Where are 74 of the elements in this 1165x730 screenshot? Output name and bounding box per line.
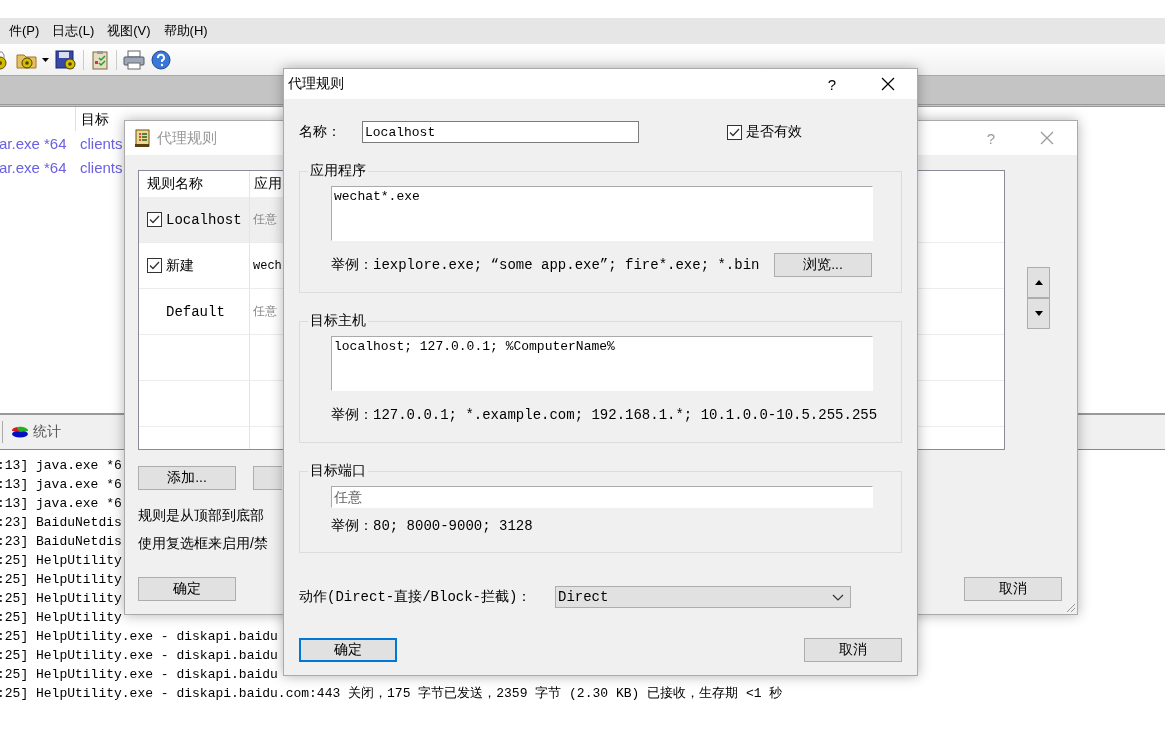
log-entry: :13] java.exe *6: [0, 495, 122, 513]
table-cell-text: 任意: [252, 211, 278, 228]
log-entry: :23] BaiduNetdis: [0, 514, 122, 532]
cancel-button[interactable]: 取消: [804, 638, 902, 662]
log-entry: :25] HelpUtility.exe - diskapi.baidu: [0, 628, 278, 646]
example-text: 举例：80; 8000-9000; 3128: [331, 517, 533, 535]
note-text: 使用复选框来启用/禁: [138, 535, 269, 553]
ok-button[interactable]: 确定: [138, 577, 236, 601]
menu-item[interactable]: 视图(V): [107, 22, 151, 40]
printer-icon[interactable]: [123, 49, 145, 70]
table-cell-text: clients: [79, 134, 123, 152]
example-text: 举例：127.0.0.1; *.example.com; 192.168.1.*; 10.1.0.0-10.5.255.255: [331, 406, 878, 424]
rule-name: Localhost: [166, 211, 242, 228]
log-entry: :25] HelpUtility.exe - diskapi.baidu: [0, 666, 278, 684]
group-title: 目标主机: [308, 312, 368, 330]
help-button[interactable]: ?: [827, 75, 836, 93]
rule-row[interactable]: Localhost 任意: [139, 197, 283, 242]
column-header[interactable]: 目标: [81, 107, 109, 131]
chart-icon: [11, 426, 29, 438]
log-entry: :25] HelpUtility: [0, 609, 122, 627]
table-cell-text: ar.exe *64: [0, 134, 68, 152]
chevron-icon: [832, 593, 844, 601]
browse-button[interactable]: 浏览...: [774, 253, 872, 277]
input-field[interactable]: 任意: [331, 486, 873, 508]
log-entry: :13] java.exe *6: [0, 457, 122, 475]
window-title: 代理规则: [157, 128, 217, 148]
disk-gear-icon[interactable]: [55, 49, 77, 70]
group-title: 目标端口: [308, 462, 368, 480]
column-header[interactable]: 应用: [250, 171, 283, 197]
rule-name: Default: [166, 303, 225, 320]
table-cell-text: clients: [79, 158, 123, 176]
example-text: 举例：iexplore.exe; “some app.exe”; fire*.exe; *.bin: [331, 256, 760, 274]
table-cell-text: wech: [252, 257, 283, 275]
menu-item[interactable]: 件(P): [9, 22, 40, 40]
menu-item[interactable]: 日志(L): [52, 22, 95, 40]
ok-button[interactable]: 确定: [299, 638, 397, 662]
group-title: 应用程序: [308, 162, 368, 180]
add-button[interactable]: 添加...: [138, 466, 236, 490]
input-field[interactable]: wechat*.exe: [331, 186, 873, 241]
help-icon[interactable]: [151, 49, 171, 70]
clipboard-icon[interactable]: [90, 49, 110, 70]
table-cell-text: ar.exe *64: [0, 158, 68, 176]
rule-row[interactable]: 新建 wech: [139, 243, 283, 288]
move-up-button[interactable]: [1027, 267, 1050, 298]
log-entry: :13] java.exe *6: [0, 476, 122, 494]
name-field[interactable]: Localhost: [362, 121, 639, 143]
action-label: 动作(Direct-直接/Block-拦截)：: [299, 588, 533, 606]
cancel-button[interactable]: 取消: [964, 577, 1062, 601]
log-entry: :25] HelpUtility: [0, 552, 122, 570]
checkbox[interactable]: [147, 212, 162, 227]
name-label: 名称：: [299, 123, 342, 141]
table-cell-text: 任意: [252, 303, 278, 320]
action-dropdown[interactable]: Direct: [555, 586, 851, 608]
log-entry: :25] HelpUtility.exe - diskapi.baidu: [0, 647, 278, 665]
menu-item[interactable]: 帮助(H): [163, 22, 208, 40]
window-title: 代理规则: [288, 75, 344, 93]
input-field[interactable]: localhost; 127.0.0.1; %ComputerName%: [331, 336, 873, 391]
enabled-label: 是否有效: [746, 123, 802, 141]
log-entry: :25] HelpUtility: [0, 571, 122, 589]
up-arrow-icon: [1034, 280, 1043, 285]
log-entry: :23] BaiduNetdis: [0, 533, 122, 551]
caret-icon[interactable]: [42, 57, 49, 62]
log-entry: :25] HelpUtility: [0, 590, 122, 608]
down-arrow-icon: [1034, 311, 1043, 316]
checkbox[interactable]: [147, 258, 162, 273]
move-down-button[interactable]: [1027, 298, 1050, 329]
scroll-icon: [134, 128, 152, 148]
rule-name: 新建: [166, 256, 194, 275]
log-entry: :25] HelpUtility.exe - diskapi.baidu.com:443 关闭，175 字节已发送，2359 字节 (2.30 KB) 已接收，生存期 <1 秒: [0, 685, 783, 703]
checkbox[interactable]: [727, 124, 742, 140]
rule-row[interactable]: Default 任意: [139, 289, 283, 334]
close-icon[interactable]: [881, 77, 895, 91]
resize-grip-icon[interactable]: [1064, 601, 1076, 613]
panel-tab[interactable]: 统计: [11, 423, 61, 441]
